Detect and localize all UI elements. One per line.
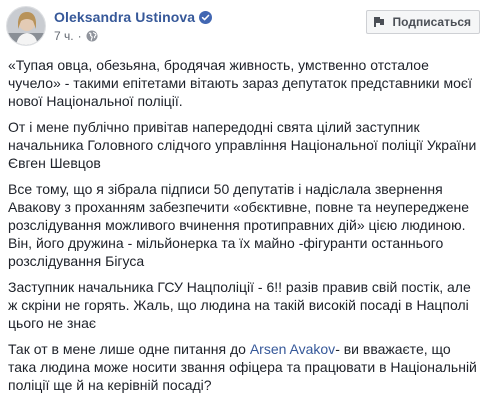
avatar[interactable] [6, 6, 46, 46]
globe-icon [86, 30, 98, 42]
timestamp-row: 7 ч. · [54, 29, 366, 43]
post-paragraph-3: Все тому, що я зібрала підписи 50 депута… [8, 181, 470, 269]
paragraph-text-before: Так от в мене лише одне питання до [8, 341, 250, 357]
avatar-image [7, 7, 45, 45]
follow-button-label: Подписаться [392, 15, 471, 29]
post-body: «Тупая овца, обезьяна, бродячая живность… [8, 56, 480, 394]
follow-icon [373, 16, 387, 28]
post-header: Oleksandra Ustinova 7 ч. · Подписаться [6, 6, 480, 54]
verified-badge-icon [199, 10, 213, 24]
post-paragraph-5: Так от в мене лише одне питання до Arsen… [8, 340, 480, 394]
post-paragraph-1: «Тупая овца, обезьяна, бродячая живность… [8, 57, 472, 109]
follow-button[interactable]: Подписаться [365, 10, 480, 34]
post-timestamp[interactable]: 7 ч. [54, 29, 74, 43]
name-row: Oleksandra Ustinova [54, 9, 366, 25]
facebook-post: Oleksandra Ustinova 7 ч. · Подписаться «… [0, 0, 492, 404]
separator-dot: · [77, 29, 82, 43]
post-meta: Oleksandra Ustinova 7 ч. · [54, 6, 366, 43]
author-name[interactable]: Oleksandra Ustinova [54, 9, 195, 25]
mention-link[interactable]: Arsen Avakov [250, 341, 335, 357]
post-paragraph-2: От і мене публічно привітав напередодні … [8, 119, 477, 171]
post-paragraph-4: Заступник начальника ГСУ Нацполіції - 6!… [8, 279, 471, 331]
